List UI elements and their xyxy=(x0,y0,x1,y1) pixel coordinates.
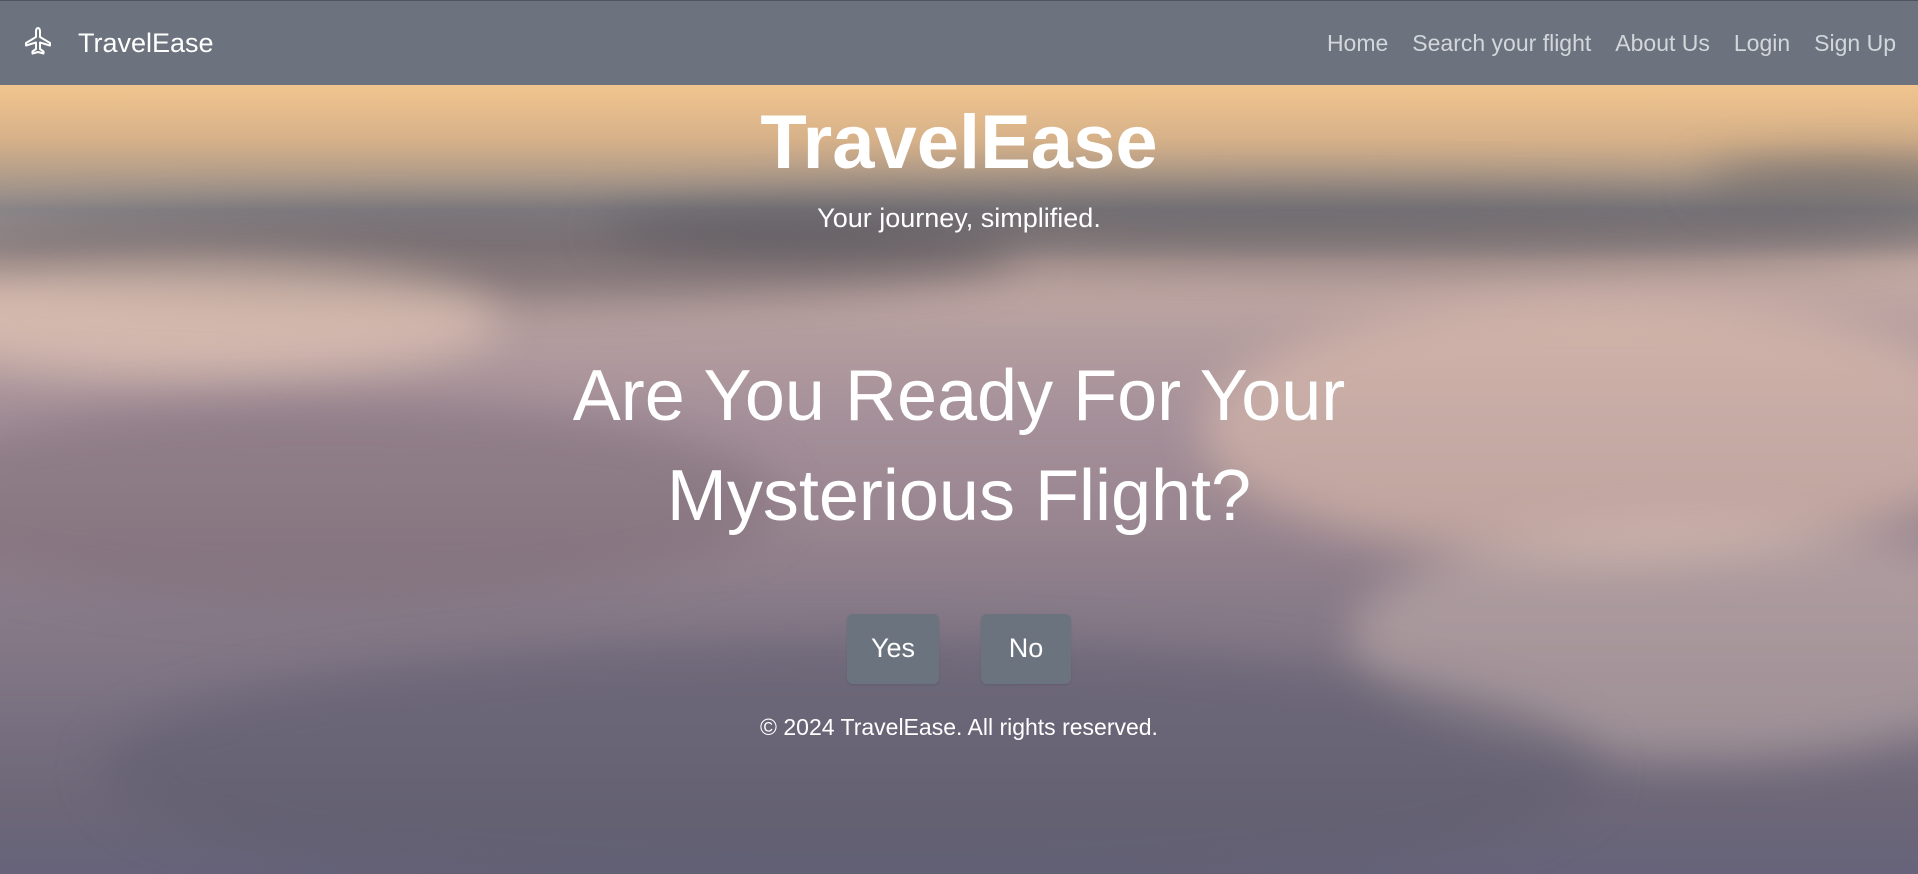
nav-link-about-us[interactable]: About Us xyxy=(1603,30,1722,57)
nav-link-search-flight[interactable]: Search your flight xyxy=(1400,30,1603,57)
no-button[interactable]: No xyxy=(981,613,1071,684)
copyright-text: © 2024 TravelEase. All rights reserved. xyxy=(760,713,1158,740)
hero-title: TravelEase xyxy=(760,100,1158,185)
mystery-question: Are You Ready For Your Mysterious Flight… xyxy=(509,346,1409,546)
brand-link[interactable]: TravelEase xyxy=(22,25,214,62)
nav-link-sign-up[interactable]: Sign Up xyxy=(1802,30,1908,57)
answer-buttons: Yes No xyxy=(0,613,1918,684)
hero-tagline: Your journey, simplified. xyxy=(817,202,1101,233)
nav-link-home[interactable]: Home xyxy=(1315,30,1400,57)
airplane-icon xyxy=(22,25,54,62)
navbar: TravelEase Home Search your flight About… xyxy=(0,0,1918,85)
brand-name: TravelEase xyxy=(78,27,214,58)
nav-link-login[interactable]: Login xyxy=(1722,30,1802,57)
question-line-2: Mysterious Flight? xyxy=(666,455,1252,536)
hero-section: TravelEase Your journey, simplified. Are… xyxy=(0,85,1918,741)
nav-links: Home Search your flight About Us Login S… xyxy=(1315,30,1908,57)
question-line-1: Are You Ready For Your xyxy=(572,355,1346,436)
yes-button[interactable]: Yes xyxy=(847,613,939,684)
page: TravelEase Home Search your flight About… xyxy=(0,0,1918,874)
